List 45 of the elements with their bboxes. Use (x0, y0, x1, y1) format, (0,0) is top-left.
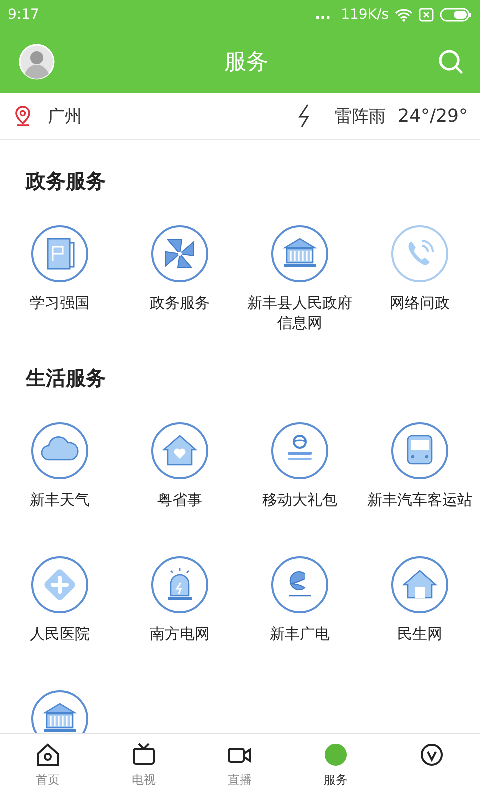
weather-label: 雷阵雨 (335, 106, 386, 128)
nav-icon (323, 742, 349, 768)
nav-tab[interactable]: 首页 (0, 734, 96, 800)
house-icon[interactable] (391, 556, 449, 614)
cloud-icon[interactable] (31, 422, 89, 480)
service-label[interactable]: 南方电网 (124, 624, 236, 644)
section-title: 政务服务 (24, 168, 107, 195)
service-label[interactable]: 新丰县人民政府信息网 (244, 293, 356, 333)
service-label[interactable]: 网络问政 (364, 293, 476, 313)
service-label[interactable]: 粤省事 (124, 490, 236, 510)
section-title: 生活服务 (24, 365, 107, 392)
service-label[interactable]: 政务服务 (124, 293, 236, 313)
bus-icon[interactable] (391, 422, 449, 480)
nav-icon (35, 742, 61, 768)
battery-icon (440, 8, 472, 22)
nav-tab[interactable]: 电视 (96, 734, 192, 800)
service-label[interactable]: 新丰广电 (244, 624, 356, 644)
service-label[interactable]: 移动大礼包 (244, 490, 356, 510)
city-label[interactable]: 广州 (48, 104, 82, 128)
cross-icon[interactable] (31, 556, 89, 614)
service-label[interactable]: 新丰天气 (4, 490, 116, 510)
pinwheel-icon[interactable] (151, 225, 209, 283)
swirl-logo-icon[interactable] (271, 556, 329, 614)
status-dots: ... (315, 7, 332, 23)
service-label[interactable]: 学习强国 (4, 293, 116, 313)
service-label[interactable]: 人民医院 (4, 624, 116, 644)
avatar-icon[interactable] (19, 44, 55, 80)
nav-tab[interactable]: 直播 (192, 734, 288, 800)
sim-icon (419, 8, 434, 22)
wifi-icon (395, 8, 413, 22)
building-icon[interactable] (271, 225, 329, 283)
location-pin-icon (14, 105, 32, 127)
heart-house-icon[interactable] (151, 422, 209, 480)
page-title: 服务 (224, 48, 268, 76)
status-time: 9:17 (8, 7, 40, 23)
search-icon[interactable] (438, 48, 464, 74)
service-label[interactable]: 民生网 (364, 624, 476, 644)
network-speed: 119K/s (341, 7, 389, 23)
flag-book-icon[interactable] (31, 225, 89, 283)
nav-icon (419, 742, 445, 768)
temperature-label: 24°/29° (398, 106, 468, 126)
nav-tab[interactable]: 服务 (288, 734, 384, 800)
service-label[interactable]: 新丰汽车客运站 (364, 490, 476, 510)
nav-icon (131, 742, 157, 768)
alarm-light-icon[interactable] (151, 556, 209, 614)
